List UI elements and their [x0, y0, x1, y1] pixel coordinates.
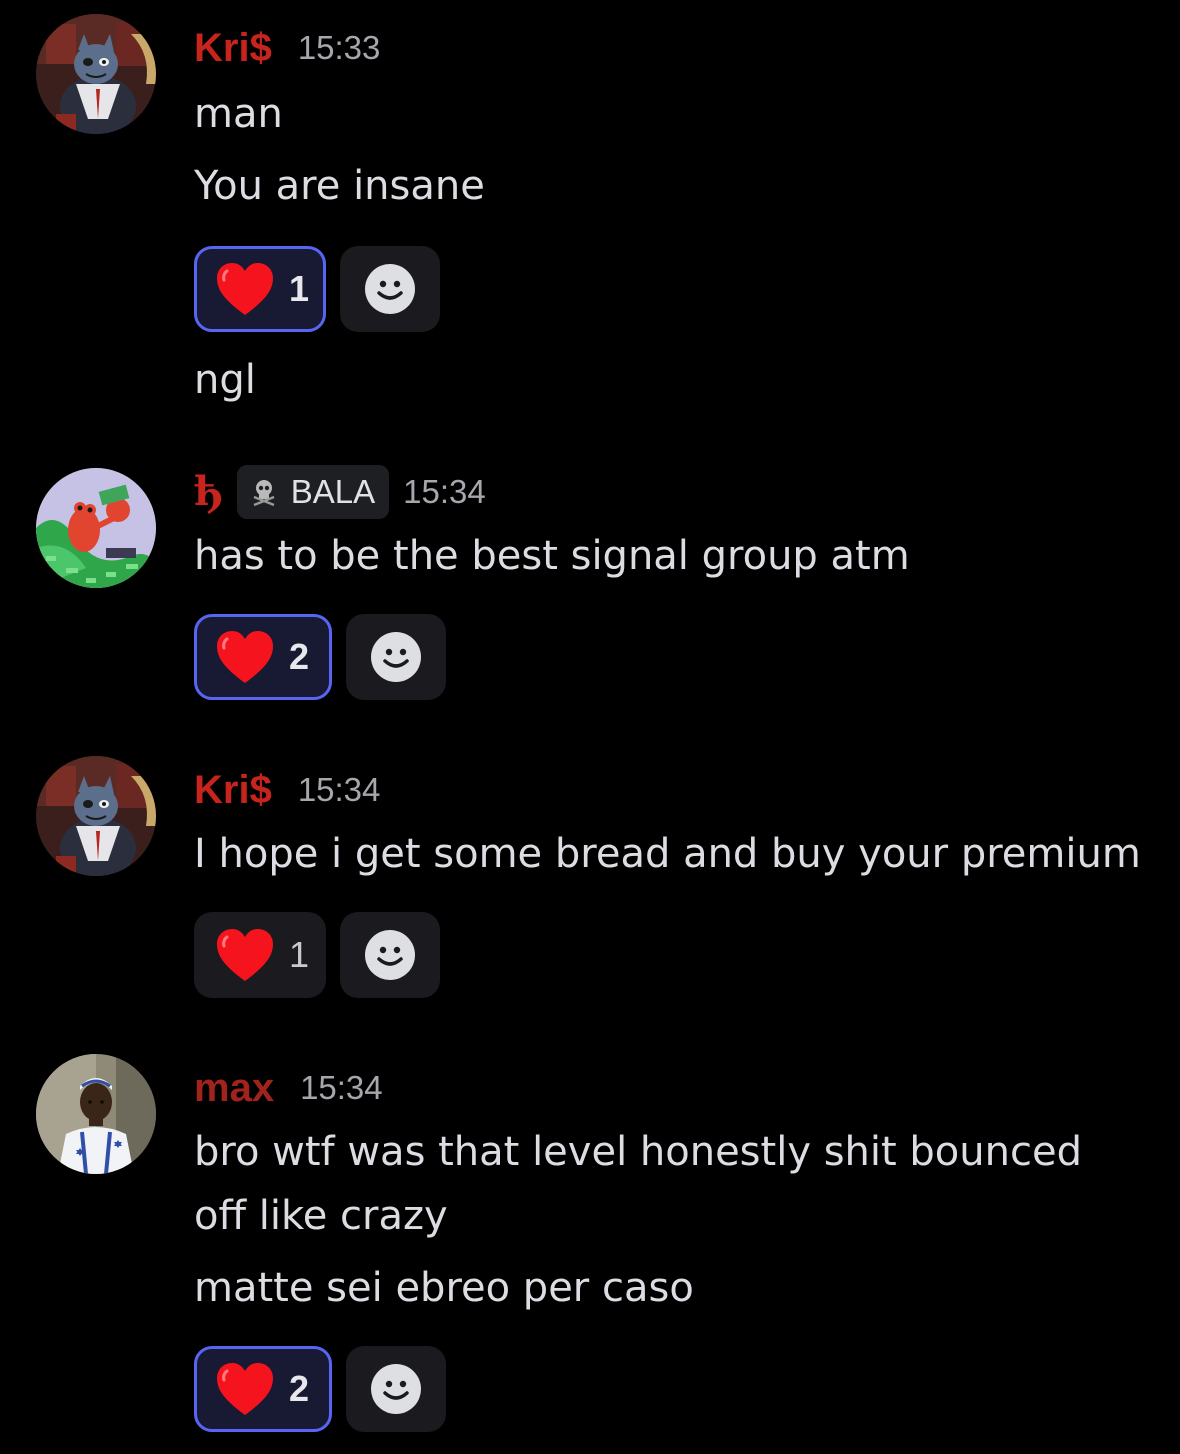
heart-icon: [217, 631, 273, 683]
username-max[interactable]: max: [194, 1068, 274, 1108]
heart-reaction[interactable]: 2: [194, 614, 332, 700]
reaction-count: 2: [289, 636, 310, 677]
reaction-count: 1: [288, 268, 309, 309]
heart-icon: [216, 263, 273, 315]
add-reaction-button[interactable]: [346, 614, 446, 700]
skull-icon: [253, 480, 275, 507]
add-reaction-button[interactable]: [346, 1346, 446, 1432]
user-avatar-max[interactable]: [36, 1054, 156, 1174]
username-kris[interactable]: Kri$: [194, 28, 272, 68]
heart-icon: [217, 1363, 273, 1415]
role-tag-label: BALA: [290, 473, 376, 510]
message-header: ђ BALA 15:34: [194, 462, 1160, 522]
reaction-bar: 2: [194, 612, 1160, 702]
smiley-add-icon: [365, 930, 415, 980]
message-header: max 15:34: [194, 1058, 1160, 1118]
message-text: matte sei ebreo per caso: [194, 1265, 694, 1311]
message-text: You are insane: [194, 163, 485, 209]
cat-avatar-icon: [36, 14, 156, 134]
message-text: off like crazy: [194, 1193, 448, 1239]
reaction-bar: 2: [194, 1344, 1160, 1434]
message-text: I hope i get some bread and buy your pre…: [194, 831, 1141, 877]
child-photo-avatar-icon: [36, 1054, 156, 1174]
message-header: Kri$ 15:34: [194, 760, 1160, 820]
username-kris[interactable]: Kri$: [194, 770, 272, 810]
crab-money-avatar-icon: [36, 468, 156, 588]
add-reaction-button[interactable]: [340, 912, 440, 998]
reaction-bar: 1: [194, 910, 1160, 1000]
reaction-bar: 1: [194, 244, 1160, 334]
user-avatar-kris[interactable]: [36, 14, 156, 134]
cat-avatar-icon: [36, 756, 156, 876]
heart-reaction[interactable]: 1: [194, 912, 326, 998]
heart-icon: [216, 929, 273, 981]
smiley-add-icon: [371, 1364, 421, 1414]
add-reaction-button[interactable]: [340, 246, 440, 332]
timestamp: 15:34: [403, 473, 486, 510]
role-tag[interactable]: BALA: [236, 465, 390, 519]
reaction-count: 1: [288, 934, 309, 975]
heart-reaction[interactable]: 1: [194, 246, 326, 332]
message-text: ngl: [194, 357, 256, 403]
timestamp: 15:33: [297, 29, 381, 66]
smiley-add-icon: [365, 264, 415, 314]
timestamp: 15:34: [300, 1069, 383, 1106]
message-text: has to be the best signal group atm: [194, 533, 910, 579]
heart-reaction[interactable]: 2: [194, 1346, 332, 1432]
message-text: bro wtf was that level honestly shit bou…: [194, 1129, 1082, 1175]
timestamp: 15:34: [297, 771, 381, 808]
user-avatar-bala[interactable]: [36, 468, 156, 588]
smiley-add-icon: [371, 632, 421, 682]
message-text: man: [194, 91, 283, 137]
reaction-count: 2: [289, 1368, 310, 1409]
message-header: Kri$ 15:33: [194, 18, 1160, 78]
username-bala[interactable]: ђ: [194, 472, 223, 512]
user-avatar-kris[interactable]: [36, 756, 156, 876]
